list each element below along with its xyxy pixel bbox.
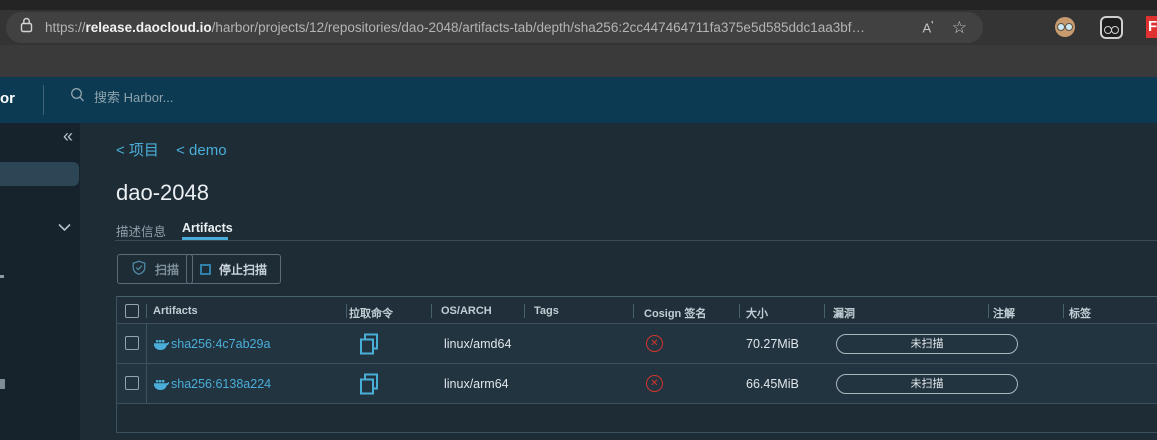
not-signed-icon: ✕ [646,375,663,392]
sidebar-active-item[interactable] [0,162,79,186]
column-header-os-arch[interactable]: OS/ARCH [441,305,492,317]
column-divider [431,304,432,318]
sidebar-item-fragment [0,275,4,278]
select-all-checkbox[interactable] [125,304,139,318]
stop-scan-button-label: 停止扫描 [219,261,267,278]
url-host: release.daocloud.io [86,20,212,35]
scan-button-label: 扫描 [155,261,179,278]
column-divider [146,304,147,318]
favorite-star-icon[interactable]: ☆ [952,18,967,38]
column-header-artifacts[interactable]: Artifacts [153,305,198,317]
row-checkbox[interactable] [125,336,139,350]
address-bar[interactable]: https://release.daocloud.io/harbor/proje… [6,12,983,43]
url-path: /harbor/projects/12/repositories/dao-204… [212,20,865,35]
page-title: dao-2048 [116,180,209,206]
search-input[interactable] [92,89,392,106]
row-checkbox[interactable] [125,376,139,390]
harbor-logo-fragment: or [0,90,15,107]
text-size-icon[interactable]: A❜ [923,20,934,35]
bookmarks-bar [0,45,1157,77]
browser-tab-strip [0,0,1157,10]
artifacts-table: Artifacts 拉取命令 OS/ARCH Tags Cosign 签名 大小… [116,296,1157,433]
table-footer [117,404,1157,433]
copy-pull-command-icon[interactable] [359,373,379,400]
table-header-row: Artifacts 拉取命令 OS/ARCH Tags Cosign 签名 大小… [117,296,1157,324]
size-value: 70.27MiB [746,337,799,351]
extension-icon[interactable] [1100,16,1123,39]
breadcrumb-project-demo-link[interactable]: < demo [176,142,226,159]
artifact-digest-link[interactable]: sha256:4c7ab29a [171,337,270,351]
harbor-header: or [0,77,1157,123]
extension-f-badge[interactable]: F [1146,16,1157,38]
collapse-sidebar-icon[interactable]: « [63,126,73,147]
vulnerability-status-badge: 未扫描 [836,374,1018,394]
sidebar-item-fragment [0,379,5,389]
docker-whale-icon [153,338,169,356]
tabs-divider-line [115,240,1157,241]
stop-scan-button[interactable]: 停止扫描 [186,254,281,284]
sidebar: « [0,123,80,440]
breadcrumb: < 项目 < demo [116,139,240,160]
column-divider [988,304,989,318]
tab-artifacts[interactable]: Artifacts [182,221,233,235]
table-row: sha256:6138a224 linux/arm64 ✕ 66.45MiB 未… [117,364,1157,404]
column-header-cosign[interactable]: Cosign 签名 [644,305,706,321]
header-divider [43,85,44,115]
os-arch-value: linux/arm64 [444,377,509,391]
table-row: sha256:4c7ab29a linux/amd64 ✕ 70.27MiB 未… [117,324,1157,364]
docker-whale-icon [153,378,169,396]
size-value: 66.45MiB [746,377,799,391]
stop-icon [200,264,211,275]
column-header-tags[interactable]: Tags [534,305,559,317]
column-header-annotations[interactable]: 注解 [993,305,1015,321]
browser-profile-avatar[interactable] [1055,17,1075,37]
not-signed-icon: ✕ [646,335,663,352]
chevron-down-icon[interactable] [57,219,72,237]
column-divider [633,304,634,318]
column-header-pull-command[interactable]: 拉取命令 [349,305,393,321]
shield-check-icon [131,260,147,279]
copy-pull-command-icon[interactable] [359,333,379,360]
search-icon [70,87,86,108]
vulnerability-status-badge: 未扫描 [836,334,1018,354]
column-divider [146,324,147,363]
os-arch-value: linux/amd64 [444,337,511,351]
url-scheme: https:// [45,20,86,35]
browser-toolbar: https://release.daocloud.io/harbor/proje… [0,10,1157,45]
url-text[interactable]: https://release.daocloud.io/harbor/proje… [45,20,915,35]
column-header-vulnerabilities[interactable]: 漏洞 [833,305,855,321]
column-divider [739,304,740,318]
breadcrumb-projects-link[interactable]: < 项目 [116,142,159,159]
tab-description[interactable]: 描述信息 [116,221,166,240]
artifact-digest-link[interactable]: sha256:6138a224 [171,377,271,391]
lock-icon[interactable] [20,17,33,38]
scan-button[interactable]: 扫描 [117,254,193,284]
column-divider [524,304,525,318]
column-divider [346,304,347,318]
column-divider [146,364,147,403]
column-divider [1063,304,1064,318]
column-header-size[interactable]: 大小 [746,305,768,321]
column-header-labels[interactable]: 标签 [1069,305,1091,321]
global-search[interactable] [70,87,392,108]
screen: https://release.daocloud.io/harbor/proje… [0,0,1157,440]
column-divider [824,304,825,318]
